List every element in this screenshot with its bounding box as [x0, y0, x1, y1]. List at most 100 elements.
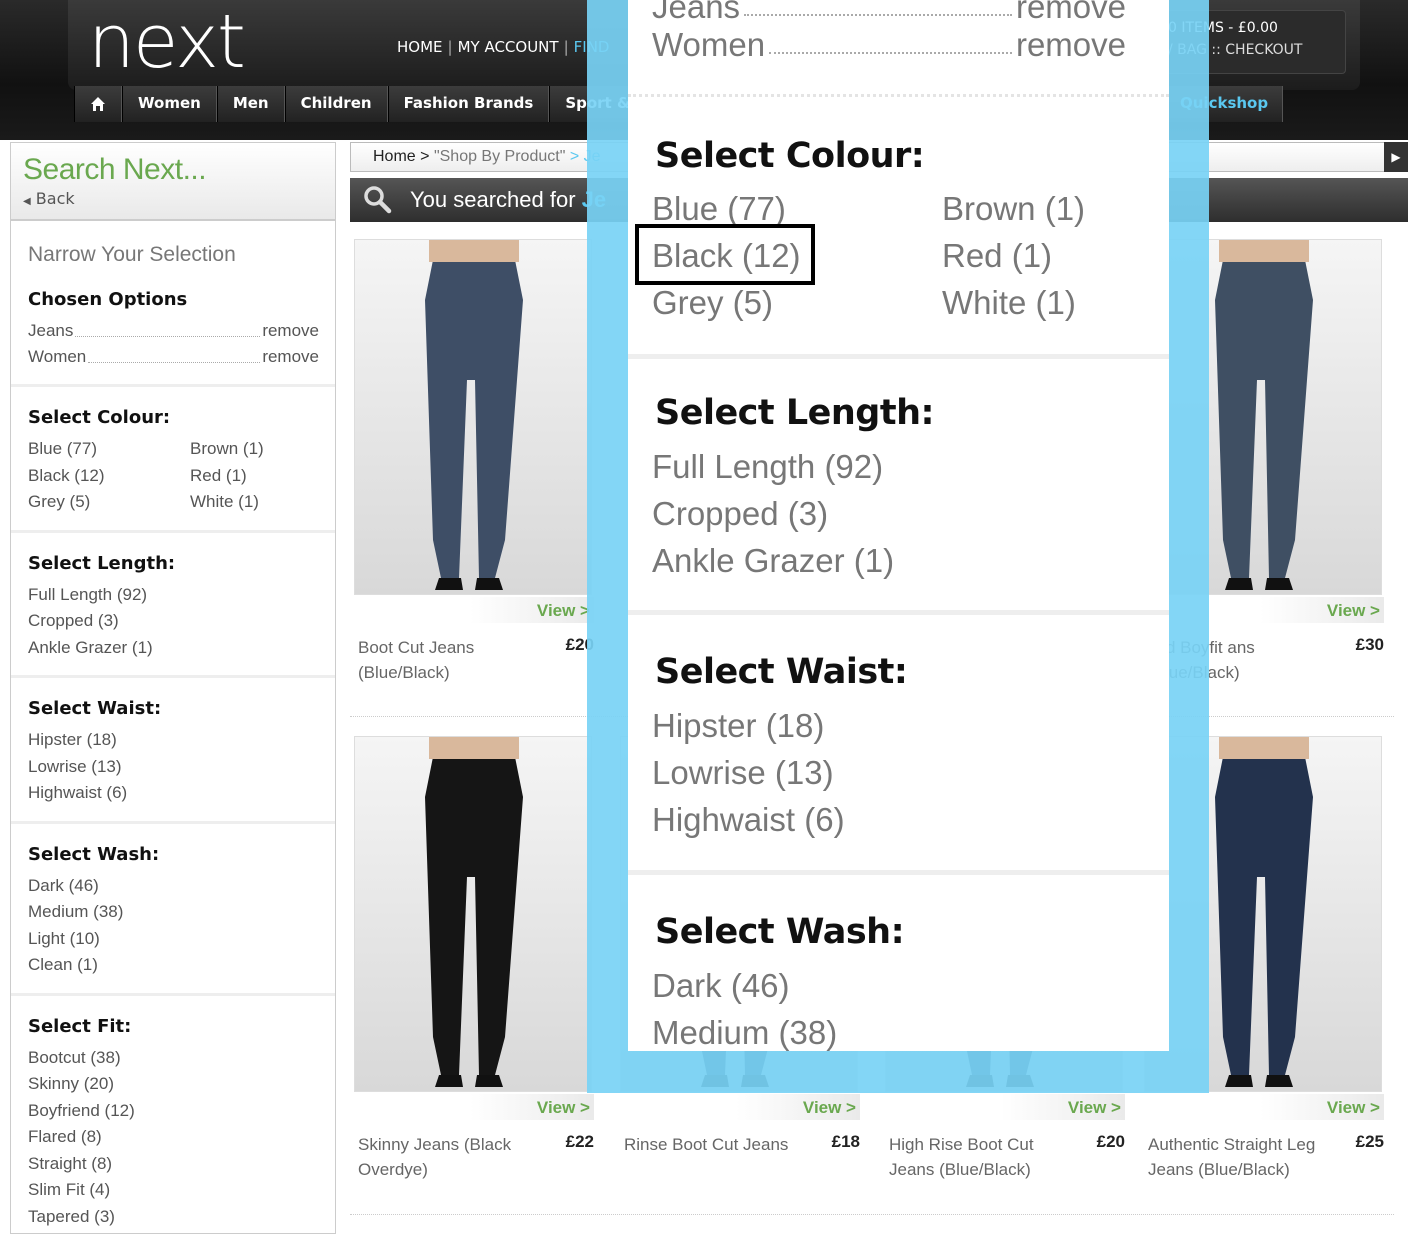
product-price: £18 [831, 1132, 860, 1151]
zoom-chosen-label: Women [652, 26, 766, 63]
zoom-chosen-section: Jeans remove Women remove Select Colour: B… [628, 0, 1169, 354]
view-link[interactable]: View > [1068, 1098, 1121, 1118]
zoom-chosen-women: Women remove [652, 26, 1126, 64]
next-logo[interactable]: next [88, 2, 246, 82]
back-link[interactable]: ◀ Back [23, 189, 323, 208]
chosen-option-women: Women remove [28, 344, 319, 370]
search-next-header: Search Next... ◀ Back [11, 143, 335, 221]
remove-link[interactable]: remove [262, 318, 319, 344]
zoom-wash-title: Select Wash: [655, 912, 905, 952]
nav-women[interactable]: Women [122, 86, 217, 122]
product-image[interactable] [354, 736, 592, 1092]
zoom-length-option[interactable]: Full Length (92) [652, 448, 883, 486]
nav-home[interactable] [74, 86, 122, 122]
zoom-colour-option[interactable]: White (1) [942, 284, 1076, 322]
zoom-wash-option[interactable]: Medium (38) [652, 1014, 837, 1051]
zoom-length-option[interactable]: Ankle Grazer (1) [652, 542, 894, 580]
wash-option[interactable]: Medium (38) [28, 899, 319, 926]
colour-option[interactable]: White (1) [190, 489, 310, 516]
view-link[interactable]: View > [1327, 1098, 1380, 1118]
colour-option[interactable]: Black (12) [28, 463, 190, 490]
zoomed-filter-panel: Jeans remove Women remove Select Colour: B… [628, 0, 1169, 1051]
zoom-chosen-label: Jeans [652, 0, 741, 25]
colour-title: Select Colour: [28, 407, 171, 428]
back-label: Back [35, 189, 75, 208]
chosen-options-section: Narrow Your Selection Chosen Options Jea… [11, 221, 335, 387]
home-link[interactable]: HOME [397, 38, 443, 56]
zoom-colour-option[interactable]: Brown (1) [942, 190, 1085, 228]
waist-title: Select Waist: [28, 698, 162, 719]
product-price: £25 [1355, 1132, 1384, 1151]
zoom-waist-option[interactable]: Hipster (18) [652, 707, 824, 745]
length-option[interactable]: Cropped (3) [28, 608, 319, 635]
wash-title: Select Wash: [28, 843, 160, 865]
fit-section: Select Fit: Bootcut (38) Skinny (20) Boy… [11, 996, 335, 1234]
product-price: £22 [565, 1132, 594, 1151]
zoom-chosen-jeans: Jeans remove [652, 0, 1126, 26]
highlight-box [635, 224, 815, 285]
view-link[interactable]: View > [537, 601, 590, 621]
breadcrumb-shop-by-product[interactable]: "Shop By Product" [434, 148, 565, 165]
zoom-waist-section: Select Waist: Hipster (18) Lowrise (13) … [628, 618, 1169, 875]
chevron-right-icon[interactable]: ▶ [1384, 142, 1408, 172]
zoom-waist-option[interactable]: Lowrise (13) [652, 754, 834, 792]
waist-option[interactable]: Highwaist (6) [28, 780, 319, 807]
product-name[interactable]: Rinse Boot Cut Jeans [624, 1132, 804, 1157]
view-link[interactable]: View > [537, 1098, 590, 1118]
main-nav: Women Men Children Fashion Brands Sport … [74, 86, 661, 122]
fit-option[interactable]: Tapered (3) [28, 1204, 319, 1231]
zoom-remove-link[interactable]: remove [1016, 26, 1126, 64]
product-name[interactable]: Authentic Straight Leg Jeans (Blue/Black… [1148, 1132, 1328, 1182]
chosen-label: Women [28, 347, 87, 366]
zoom-colour-option[interactable]: Grey (5) [652, 284, 773, 322]
breadcrumb-home[interactable]: Home [373, 148, 416, 165]
fit-option[interactable]: Boyfriend (12) [28, 1098, 319, 1125]
product-image[interactable] [354, 239, 592, 595]
view-link[interactable]: View > [803, 1098, 856, 1118]
zoom-colour-option[interactable]: Red (1) [942, 237, 1052, 275]
chosen-options-title: Chosen Options [28, 289, 188, 310]
length-option[interactable]: Ankle Grazer (1) [28, 635, 319, 662]
waist-option[interactable]: Hipster (18) [28, 727, 319, 754]
chosen-option-jeans: Jeans remove [28, 318, 319, 344]
zoom-length-option[interactable]: Cropped (3) [652, 495, 828, 533]
colour-section: Select Colour: Blue (77) Brown (1) Black… [11, 387, 335, 533]
fit-option[interactable]: Slim Fit (4) [28, 1177, 319, 1204]
colour-option[interactable]: Grey (5) [28, 489, 190, 516]
nav-fashion-brands[interactable]: Fashion Brands [387, 86, 550, 122]
length-section: Select Length: Full Length (92) Cropped … [11, 533, 335, 678]
fit-title: Select Fit: [28, 1015, 132, 1037]
product-price: £30 [1355, 635, 1384, 654]
my-account-link[interactable]: MY ACCOUNT [458, 38, 559, 56]
model-jeans-figure [355, 240, 591, 594]
zoom-colour-title: Select Colour: [655, 136, 925, 176]
wash-option[interactable]: Dark (46) [28, 873, 319, 900]
zoom-colour-option[interactable]: Blue (77) [652, 190, 786, 228]
colour-option[interactable]: Red (1) [190, 463, 310, 490]
zoom-wash-section: Select Wash: Dark (46) Medium (38) [628, 878, 1169, 1051]
wash-option[interactable]: Clean (1) [28, 952, 319, 979]
search-icon [364, 186, 392, 214]
colour-option[interactable]: Brown (1) [190, 436, 310, 463]
colour-option[interactable]: Blue (77) [28, 436, 190, 463]
fit-option[interactable]: Bootcut (38) [28, 1045, 319, 1072]
product-name[interactable]: Boot Cut Jeans (Blue/Black) [358, 635, 538, 685]
remove-link[interactable]: remove [262, 344, 319, 370]
product-name[interactable]: High Rise Boot Cut Jeans (Blue/Black) [889, 1132, 1069, 1182]
length-title: Select Length: [28, 552, 176, 574]
nav-children[interactable]: Children [284, 86, 388, 122]
fit-option[interactable]: Skinny (20) [28, 1071, 319, 1098]
wash-option[interactable]: Light (10) [28, 926, 319, 953]
view-link[interactable]: View > [1327, 601, 1380, 621]
waist-option[interactable]: Lowrise (13) [28, 754, 319, 781]
fit-option[interactable]: Flared (8) [28, 1124, 319, 1151]
zoom-remove-link[interactable]: remove [1016, 0, 1126, 26]
search-next-title: Search Next... [23, 153, 207, 186]
product-name[interactable]: Skinny Jeans (Black Overdye) [358, 1132, 538, 1182]
length-option[interactable]: Full Length (92) [28, 582, 319, 609]
fit-option[interactable]: Straight (8) [28, 1151, 319, 1178]
nav-men[interactable]: Men [216, 86, 285, 122]
zoom-waist-option[interactable]: Highwaist (6) [652, 801, 845, 839]
zoom-wash-option[interactable]: Dark (46) [652, 967, 790, 1005]
product-price: £20 [1096, 1132, 1125, 1151]
